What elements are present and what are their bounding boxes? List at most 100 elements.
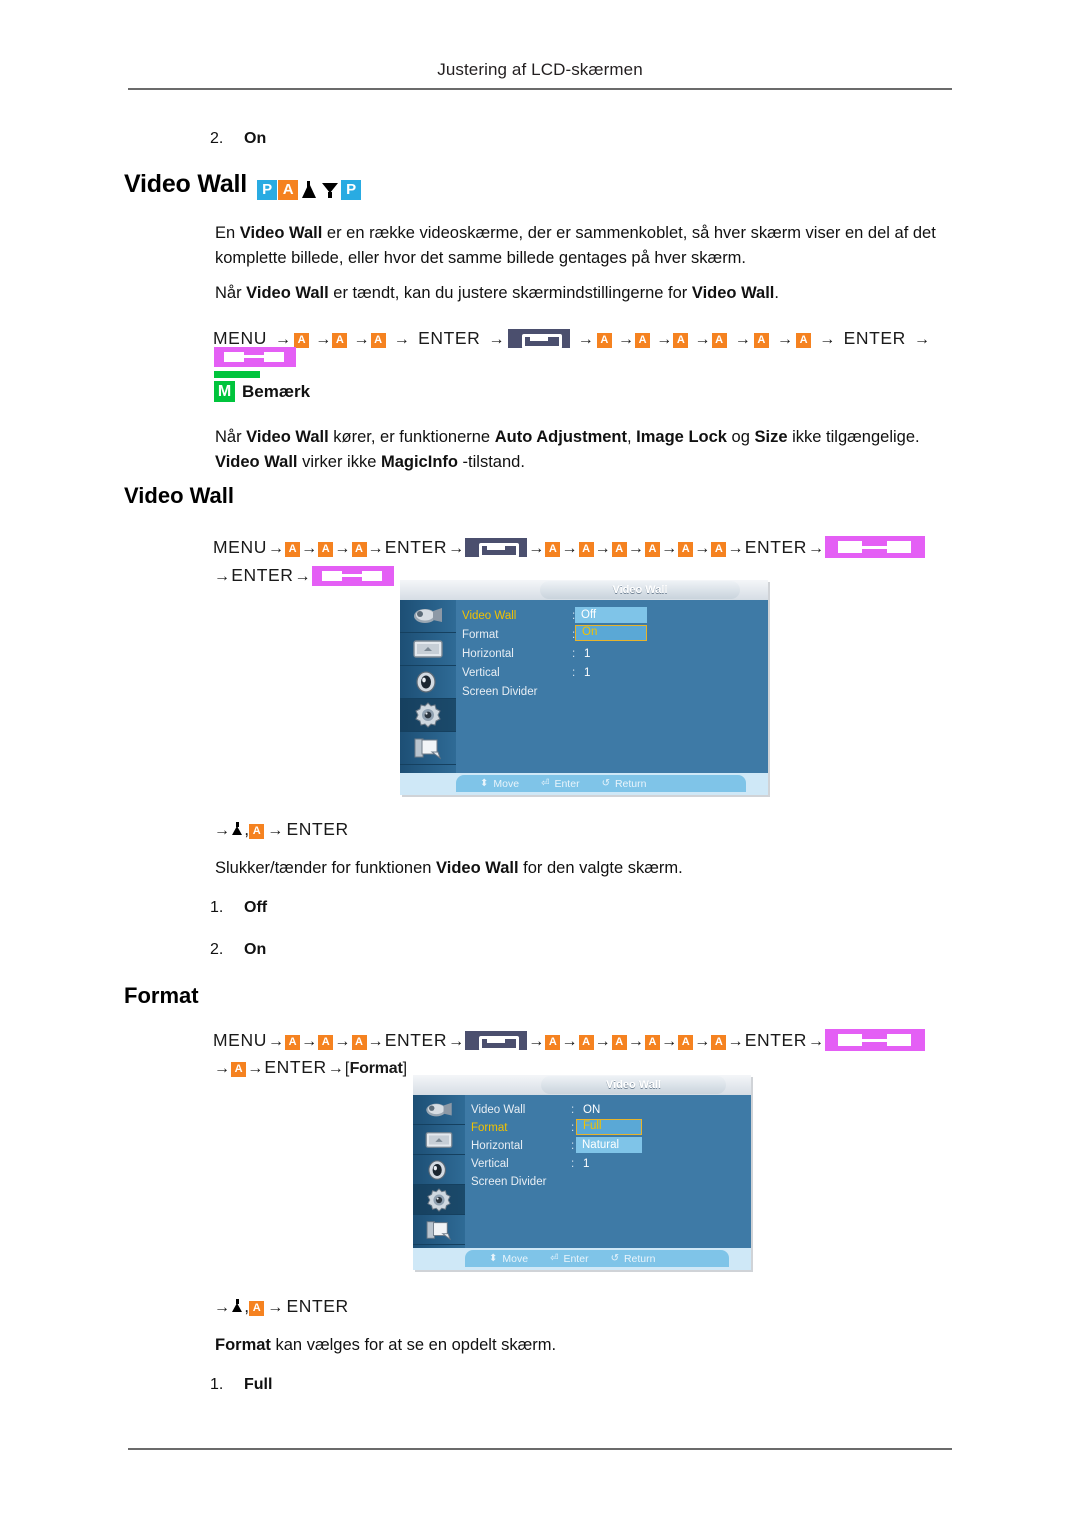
p2-part3: Video Wall <box>691 284 775 302</box>
osd-footer-return[interactable]: ↺ Return <box>602 778 647 790</box>
enter-label: Enter <box>563 1252 589 1265</box>
arrow-icon: → <box>334 1033 351 1050</box>
badge-funnel-icon <box>320 180 340 200</box>
screen-icon <box>425 1131 453 1148</box>
paragraph-format-desc: Format kan vælges for at se en opdelt sk… <box>215 1333 963 1358</box>
key-a-icon: A <box>611 1035 627 1050</box>
document-page: Justering af LCD-skærmen 2. On Video Wall… <box>0 0 1080 1527</box>
osd-row[interactable]: Vertical : 1 <box>471 1155 745 1173</box>
picture-icon <box>426 1102 452 1116</box>
arrow-icon: → <box>448 540 465 557</box>
osd-row[interactable]: Vertical : 1 <box>462 663 762 682</box>
nav-enter-label: ENTER <box>843 328 906 348</box>
list-item-full: 1. Full <box>210 1376 272 1394</box>
osd-row[interactable]: Video Wall : ON <box>471 1101 745 1119</box>
osd-footer-move[interactable]: ⬍ Move <box>480 778 519 790</box>
arrow-icon: → <box>488 331 505 348</box>
nav-menu-label: MENU <box>213 537 267 557</box>
osd-row[interactable]: Screen Divider <box>471 1173 745 1191</box>
navy-bar-icon <box>465 538 528 558</box>
arrow-icon: → <box>301 1033 318 1050</box>
sidebar-item-sound[interactable] <box>400 666 456 699</box>
feature-badges: PAP <box>257 179 362 200</box>
running-head: Justering af LCD-skærmen <box>437 60 643 79</box>
osd-option-off[interactable]: Off <box>575 607 647 623</box>
setup-gear-icon <box>427 1187 451 1212</box>
sidebar-item-setup[interactable] <box>413 1185 465 1215</box>
osd-footer-enter[interactable]: ⏎ Enter <box>550 1253 589 1265</box>
sidebar-item-multi-control[interactable] <box>413 1215 465 1245</box>
sound-icon <box>416 671 436 693</box>
key-a-icon: A <box>545 542 561 557</box>
note-part12: -tilstand. <box>457 453 525 471</box>
magenta-bar-icon <box>825 1029 926 1051</box>
key-a-icon: A <box>796 333 812 348</box>
note-part8: ikke tilgængelige. <box>787 428 920 446</box>
arrow-icon: → <box>694 331 711 348</box>
osd-row[interactable]: Screen Divider <box>462 682 762 701</box>
enter-label: Enter <box>554 777 580 790</box>
desc-part1: Video Wall <box>436 859 519 877</box>
sidebar-item-sound[interactable] <box>413 1155 465 1185</box>
osd-title: Video Wall <box>541 1076 726 1094</box>
osd-footer-move[interactable]: ⬍ Move <box>489 1253 528 1265</box>
nav-sequence-2: MENU→ A → A → A →ENTER→ → A → A → A → A → A → A →ENTER→ <box>213 533 926 563</box>
arrow-icon: → <box>808 540 825 557</box>
osd-option-natural[interactable]: Natural <box>576 1137 642 1153</box>
move-label: Move <box>493 777 520 790</box>
arrow-icon: → <box>334 540 351 557</box>
footer-rule <box>128 1448 952 1450</box>
desc-part2: for den valgte skærm. <box>518 859 683 877</box>
osd-footer-return[interactable]: ↺ Return <box>611 1253 656 1265</box>
sidebar-item-screen[interactable] <box>400 633 456 666</box>
page-title-text: Video Wall <box>124 170 248 198</box>
return-icon: ↺ <box>601 778 610 789</box>
osd-row[interactable]: Horizontal : 1 <box>462 644 762 663</box>
nav-sequence-3: →, A → ENTER <box>213 815 349 845</box>
osd-sidebar[interactable] <box>413 1095 465 1248</box>
key-a-icon: A <box>351 542 367 557</box>
arrow-icon: → <box>561 1033 578 1050</box>
list-label: Full <box>244 1376 273 1393</box>
osd-option-on[interactable]: On <box>575 625 647 641</box>
sidebar-item-setup[interactable] <box>400 699 456 732</box>
sidebar-item-picture[interactable] <box>400 600 456 633</box>
osd-row-label: Vertical <box>471 1158 509 1170</box>
nav-enter-label: ENTER <box>744 537 807 557</box>
arrow-icon: → <box>577 331 594 348</box>
sidebar-item-multi-control[interactable] <box>400 732 456 765</box>
note-part10: virker ikke <box>297 453 381 471</box>
note-part0: Når <box>215 428 247 446</box>
key-a-icon: A <box>249 824 265 839</box>
nav-sequence-4b: → A →ENTER→[Format] <box>213 1053 407 1083</box>
key-a-icon: A <box>645 542 661 557</box>
move-icon: ⬍ <box>489 1253 498 1264</box>
p1-part1: Video Wall <box>239 224 323 242</box>
note-part9: Video Wall <box>215 453 298 471</box>
arrow-icon: → <box>727 1033 744 1050</box>
key-a-icon: A <box>578 542 594 557</box>
p1-part2: er en række videoskærme, der er sammenko… <box>215 224 936 267</box>
arrow-icon: → <box>734 331 751 348</box>
osd-row-value: ON <box>583 1104 601 1116</box>
arrow-icon: → <box>301 540 318 557</box>
arrow-icon: → <box>561 540 578 557</box>
p2-part2: er tændt, kan du justere skærmindstillin… <box>328 284 692 302</box>
key-a-icon: A <box>285 542 301 557</box>
nav-enter-label: ENTER <box>264 1057 327 1077</box>
key-a-icon: A <box>711 542 727 557</box>
osd-option-full[interactable]: Full <box>576 1119 642 1135</box>
osd-footer-enter[interactable]: ⏎ Enter <box>541 778 580 790</box>
arrow-icon: → <box>214 1299 231 1316</box>
picture-icon <box>414 608 442 623</box>
arrow-icon: → <box>661 540 678 557</box>
nav-enter-label: ENTER <box>384 537 448 557</box>
sidebar-item-screen[interactable] <box>413 1125 465 1155</box>
arrow-icon: → <box>393 331 410 348</box>
arrow-icon: → <box>214 822 231 839</box>
sidebar-item-picture[interactable] <box>413 1095 465 1125</box>
list-label: On <box>244 941 267 958</box>
osd-sidebar[interactable] <box>400 600 456 773</box>
green-bar-icon <box>214 371 260 378</box>
magenta-bar-icon <box>311 566 394 586</box>
